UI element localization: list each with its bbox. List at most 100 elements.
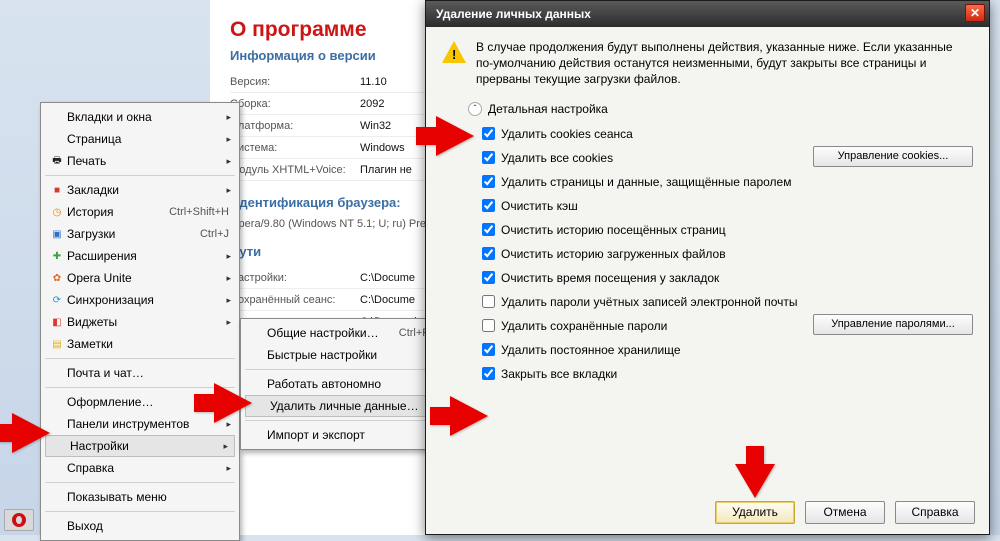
sync-icon: ⟳ bbox=[47, 295, 67, 306]
menu-item-label: История bbox=[67, 205, 169, 219]
menu-item-label: Синхронизация bbox=[67, 293, 229, 307]
menu-item[interactable]: Вкладки и окна bbox=[43, 106, 237, 128]
delete-button[interactable]: Удалить bbox=[715, 501, 795, 524]
dialog-close-button[interactable]: ✕ bbox=[965, 4, 985, 22]
settings-submenu: Общие настройки…Ctrl+FБыстрые настройки Р… bbox=[240, 318, 440, 450]
menu-separator bbox=[245, 420, 435, 421]
dialog-option-row: Очистить историю загруженных файлов bbox=[482, 242, 973, 266]
dialog-option-row: Закрыть все вкладки bbox=[482, 362, 973, 386]
option-checkbox[interactable] bbox=[482, 127, 495, 140]
menu-separator bbox=[45, 358, 235, 359]
menu-separator bbox=[45, 511, 235, 512]
option-side-button[interactable]: Управление паролями... bbox=[813, 314, 973, 335]
menu-item[interactable]: ✿Opera Unite bbox=[43, 267, 237, 289]
menu-item[interactable]: ▣ЗагрузкиCtrl+J bbox=[43, 223, 237, 245]
menu-item[interactable]: Удалить личные данные… bbox=[245, 395, 435, 417]
dialog-option-row: Удалить cookies сеанса bbox=[482, 122, 973, 146]
menu-item[interactable]: Общие настройки…Ctrl+F bbox=[243, 322, 437, 344]
about-row-value: Windows bbox=[360, 142, 405, 154]
help-button[interactable]: Справка bbox=[895, 501, 975, 524]
option-label: Очистить историю загруженных файлов bbox=[501, 247, 726, 261]
option-label: Удалить сохранённые пароли bbox=[501, 319, 667, 333]
menu-item-label: Оформление… bbox=[67, 395, 201, 409]
history-icon: ◷ bbox=[47, 207, 67, 218]
menu-item-label: Работать автономно bbox=[267, 377, 429, 391]
dialog-title: Удаление личных данных bbox=[436, 7, 591, 21]
widgets-icon: ◧ bbox=[47, 317, 67, 328]
about-row-key: Платформа: bbox=[230, 120, 360, 132]
option-checkbox[interactable] bbox=[482, 319, 495, 332]
option-label: Удалить страницы и данные, защищённые па… bbox=[501, 175, 791, 189]
dialog-button-row: Удалить Отмена Справка bbox=[426, 493, 989, 534]
option-checkbox[interactable] bbox=[482, 343, 495, 356]
cancel-button[interactable]: Отмена bbox=[805, 501, 885, 524]
menu-item[interactable]: ▤Заметки bbox=[43, 333, 237, 355]
option-checkbox[interactable] bbox=[482, 271, 495, 284]
menu-item-label: Расширения bbox=[67, 249, 229, 263]
menu-item-label: Заметки bbox=[67, 337, 229, 351]
menu-item[interactable]: Справка bbox=[43, 457, 237, 479]
option-checkbox[interactable] bbox=[482, 295, 495, 308]
menu-item-label: Импорт и экспорт bbox=[267, 428, 429, 442]
option-checkbox[interactable] bbox=[482, 199, 495, 212]
dialog-option-row: Очистить историю посещённых страниц bbox=[482, 218, 973, 242]
option-checkbox[interactable] bbox=[482, 223, 495, 236]
menu-item-label: Opera Unite bbox=[67, 271, 229, 285]
about-row-key: Модуль XHTML+Voice: bbox=[230, 164, 360, 176]
menu-item-label: Панели инструментов bbox=[67, 417, 229, 431]
menu-item[interactable]: Импорт и экспорт bbox=[243, 424, 437, 446]
menu-item-label: Настройки bbox=[70, 439, 226, 453]
delete-data-dialog: Удаление личных данных ✕ В случае продол… bbox=[425, 0, 990, 535]
menu-item-label: Почта и чат… bbox=[67, 366, 229, 380]
menu-item[interactable]: Показывать меню bbox=[43, 486, 237, 508]
dialog-option-row: Удалить пароли учётных записей электронн… bbox=[482, 290, 973, 314]
option-checkbox[interactable] bbox=[482, 247, 495, 260]
option-checkbox[interactable] bbox=[482, 367, 495, 380]
about-path-key: Сохранённый сеанс: bbox=[230, 294, 360, 306]
menu-separator bbox=[45, 482, 235, 483]
warning-icon bbox=[442, 41, 466, 63]
menu-item-label: Общие настройки… bbox=[267, 326, 399, 340]
details-toggle[interactable]: ˆ Детальная настройка bbox=[468, 102, 973, 116]
option-checkbox[interactable] bbox=[482, 175, 495, 188]
notes-icon: ▤ bbox=[47, 339, 67, 350]
option-label: Очистить время посещения у закладок bbox=[501, 271, 719, 285]
option-side-button[interactable]: Управление cookies... bbox=[813, 146, 973, 167]
menu-item-label: Показывать меню bbox=[67, 490, 229, 504]
menu-item[interactable]: Быстрые настройки bbox=[243, 344, 437, 366]
dialog-warning-text: В случае продолжения будут выполнены дей… bbox=[476, 39, 973, 88]
menu-item-label: Страница bbox=[67, 132, 229, 146]
menu-shortcut: Ctrl+Shift+H bbox=[169, 206, 229, 218]
menu-separator bbox=[245, 369, 435, 370]
option-label: Закрыть все вкладки bbox=[501, 367, 617, 381]
annotation-arrow bbox=[214, 383, 252, 423]
menu-item[interactable]: Почта и чат… bbox=[43, 362, 237, 384]
about-row-key: Система: bbox=[230, 142, 360, 154]
menu-item[interactable]: Выход bbox=[43, 515, 237, 537]
menu-item-label: Справка bbox=[67, 461, 229, 475]
option-label: Удалить пароли учётных записей электронн… bbox=[501, 295, 798, 309]
option-label: Очистить кэш bbox=[501, 199, 578, 213]
menu-item-label: Закладки bbox=[67, 183, 229, 197]
menu-item[interactable]: Страница bbox=[43, 128, 237, 150]
menu-item[interactable]: Работать автономно bbox=[243, 373, 437, 395]
bookmarks-icon: ■ bbox=[47, 185, 67, 196]
menu-item[interactable]: 🖶Печать bbox=[43, 150, 237, 172]
annotation-arrow bbox=[735, 464, 775, 498]
menu-item[interactable]: ✚Расширения bbox=[43, 245, 237, 267]
menu-separator bbox=[45, 387, 235, 388]
menu-item[interactable]: Настройки bbox=[45, 435, 235, 457]
option-checkbox[interactable] bbox=[482, 151, 495, 164]
option-label: Удалить cookies сеанса bbox=[501, 127, 633, 141]
menu-item[interactable]: ◷ИсторияCtrl+Shift+H bbox=[43, 201, 237, 223]
annotation-arrow bbox=[436, 116, 474, 156]
menu-item[interactable]: Панели инструментов bbox=[43, 413, 237, 435]
menu-separator bbox=[45, 175, 235, 176]
dialog-option-row: Удалить страницы и данные, защищённые па… bbox=[482, 170, 973, 194]
menu-item[interactable]: ◧Виджеты bbox=[43, 311, 237, 333]
menu-item[interactable]: ■Закладки bbox=[43, 179, 237, 201]
about-row-key: Версия: bbox=[230, 76, 360, 88]
opera-button[interactable] bbox=[4, 509, 34, 531]
menu-item[interactable]: ⟳Синхронизация bbox=[43, 289, 237, 311]
option-label: Очистить историю посещённых страниц bbox=[501, 223, 726, 237]
